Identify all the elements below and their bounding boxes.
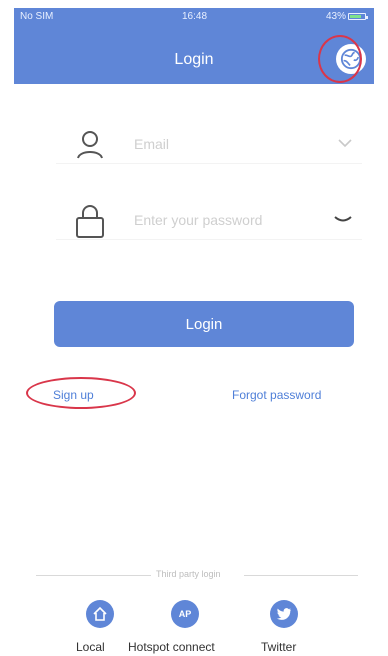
user-icon	[77, 131, 103, 159]
lock-icon	[76, 205, 104, 238]
third-party-title: Third party login	[156, 569, 221, 579]
hotspot-connect-label: Hotspot connect	[128, 640, 215, 654]
twitter-label: Twitter	[261, 640, 297, 654]
home-icon	[93, 606, 107, 621]
status-time: 16:48	[182, 11, 208, 22]
password-placeholder: Enter your password	[134, 212, 263, 228]
email-field[interactable]: Email	[56, 124, 362, 164]
top-header: No SIM 16:48 43% Login	[14, 8, 374, 84]
email-placeholder: Email	[134, 136, 170, 152]
battery-icon	[348, 13, 368, 20]
page-title: Login	[174, 51, 214, 68]
password-field[interactable]: Enter your password	[56, 200, 362, 240]
sign-up-link[interactable]: Sign up	[53, 388, 94, 402]
battery-percent: 43%	[325, 11, 346, 22]
globe-icon	[340, 48, 362, 70]
chevron-down-icon[interactable]	[338, 138, 352, 148]
ap-icon: AP	[178, 609, 192, 619]
divider-right	[244, 575, 358, 576]
hotspot-connect-button[interactable]: AP	[171, 600, 199, 628]
twitter-login-button[interactable]	[270, 600, 298, 628]
forgot-password-link[interactable]: Forgot password	[232, 388, 321, 402]
hide-password-icon[interactable]	[334, 214, 352, 224]
local-label: Local	[76, 640, 105, 654]
local-login-button[interactable]	[86, 600, 114, 628]
twitter-icon	[277, 608, 291, 620]
divider-left	[36, 575, 151, 576]
language-button[interactable]	[336, 44, 366, 74]
login-button[interactable]: Login	[54, 301, 354, 347]
carrier-label: No SIM	[20, 11, 54, 22]
